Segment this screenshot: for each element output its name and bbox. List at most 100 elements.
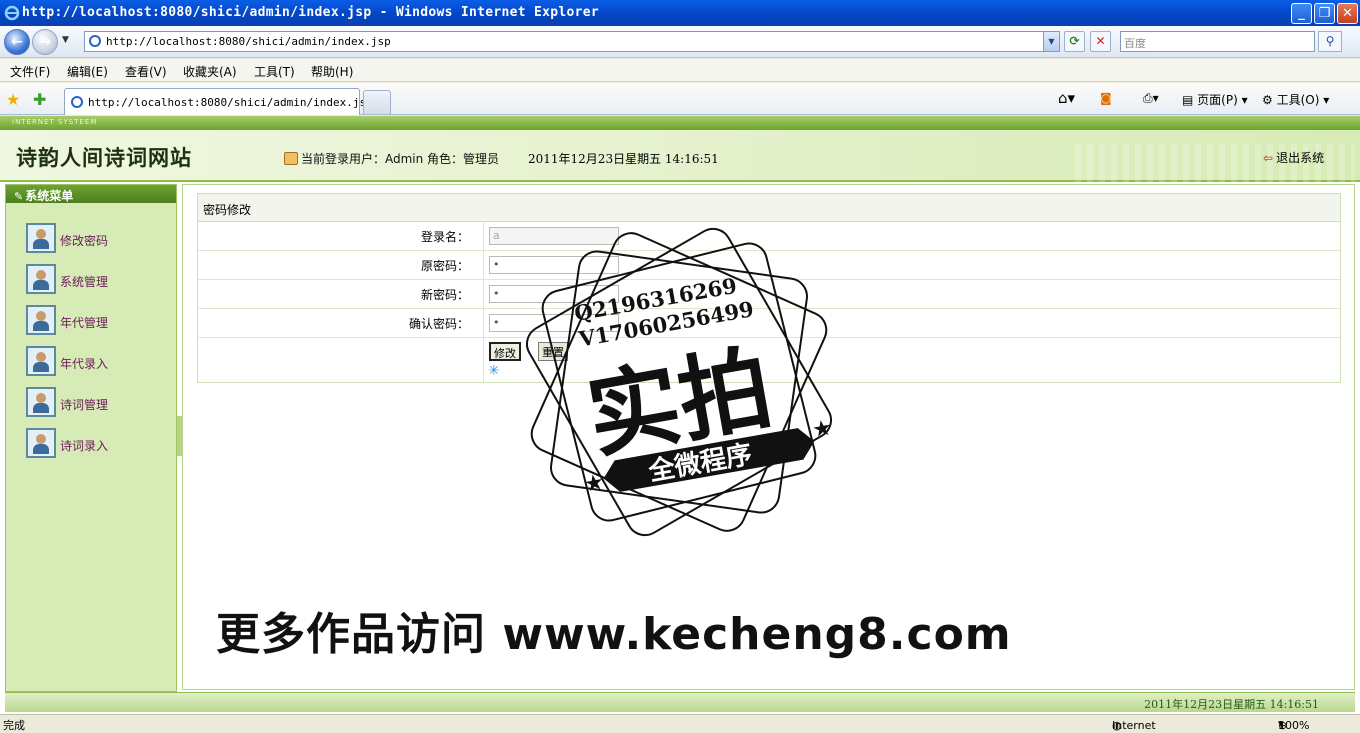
user-avatar-icon [26,387,56,417]
page-menu-icon: ▤ [1182,93,1194,107]
user-avatar-icon [26,428,56,458]
forward-button[interactable]: → [32,29,58,55]
home-icon[interactable]: ⌂▾ [1058,89,1075,107]
tools-menu-label: 工具(O) [1276,93,1320,107]
navigation-bar: ← → ▼ http://localhost:8080/shici/admin/… [0,26,1360,58]
logout-icon: ⇦ [1263,151,1274,165]
sidebar-title: ✎ 系统菜单 [6,185,176,203]
user-avatar-icon [26,223,56,253]
user-info-icon [284,152,298,165]
menu-file[interactable]: 文件(F) [10,63,50,80]
password-form: 密码修改 登录名： a 原密码： • 新密码： • 确认密码： • 修改 重置 [197,193,1341,383]
menu-edit[interactable]: 编辑(E) [67,63,108,80]
new-tab-button[interactable] [363,90,391,114]
site-title: 诗韵人间诗词网站 [16,145,192,170]
watermark-bottom-text: 更多作品访问 www.kecheng8.com [216,609,1012,660]
sidebar-item-change-password[interactable]: 修改密码 [26,223,166,255]
search-icon[interactable]: ⚲ [1318,31,1342,52]
submit-button[interactable]: 修改 [489,342,521,361]
refresh-button[interactable]: ⟳ [1064,31,1085,52]
back-button[interactable]: ← [4,29,30,55]
user-info-text: 当前登录用户：Admin 角色：管理员 [301,152,500,166]
page-icon [89,35,101,47]
page-menu-label: 页面(P) [1197,93,1238,107]
sidebar-item-label: 诗词管理 [60,398,109,412]
zoom-level: 100% [1278,719,1310,732]
row-new-password: 新密码： • [198,280,1340,309]
status-zone-label: Internet [1112,719,1156,732]
search-input[interactable]: 百度 [1120,31,1315,52]
history-dropdown-icon[interactable]: ▼ [62,35,69,45]
new-password-input[interactable]: • [489,285,619,303]
old-password-input[interactable]: • [489,256,619,274]
login-name-label: 登录名： [198,222,484,250]
sidebar-item-poem-entry[interactable]: 诗词录入 [26,428,166,460]
sidebar: ✎ 系统菜单 修改密码 系统管理 年代管理 年代录入 诗词管理 诗词录入 [5,184,177,692]
menu-tools[interactable]: 工具(T) [254,63,295,80]
sidebar-title-text: 系统菜单 [25,189,74,203]
user-info: 当前登录用户：Admin 角色：管理员 [284,150,499,167]
strip-text: INTERNET SYSTEEM [12,118,98,126]
sidebar-item-system-management[interactable]: 系统管理 [26,264,166,296]
row-confirm-password: 确认密码： • [198,309,1340,338]
user-avatar-icon [26,346,56,376]
tab-title: http://localhost:8080/shici/admin/index.… [88,96,373,109]
window-title: http://localhost:8080/shici/admin/index.… [22,5,599,20]
buttons-label-cell [198,338,484,382]
menu-view[interactable]: 查看(V) [125,63,167,80]
page-footer: 2011年12月23日星期五 14:16:51 [5,692,1355,712]
row-login-name: 登录名： a [198,222,1340,251]
menu-help[interactable]: 帮助(H) [311,63,353,80]
window-titlebar: http://localhost:8080/shici/admin/index.… [0,0,1360,26]
site-header: 诗韵人间诗词网站 当前登录用户：Admin 角色：管理员 2011年12月23日… [0,130,1360,182]
sidebar-item-poem-management[interactable]: 诗词管理 [26,387,166,419]
logout-link[interactable]: ⇦ 退出系统 [1263,149,1324,166]
user-avatar-icon [26,264,56,294]
minimize-button[interactable]: _ [1291,3,1312,24]
search-placeholder: 百度 [1124,37,1146,50]
browser-tab[interactable]: http://localhost:8080/shici/admin/index.… [64,88,373,115]
sidebar-item-label: 年代录入 [60,357,109,371]
menu-icon: ✎ [14,190,24,203]
add-favorite-icon[interactable]: ✚ [33,90,46,109]
address-dropdown-icon[interactable]: ▼ [1043,32,1059,51]
sidebar-item-dynasty-management[interactable]: 年代管理 [26,305,166,337]
tab-page-icon [71,96,83,108]
old-password-label: 原密码： [198,251,484,279]
tools-menu[interactable]: ⚙ 工具(O) ▾ [1262,91,1329,108]
sidebar-item-label: 修改密码 [60,234,109,248]
sidebar-item-label: 年代管理 [60,316,109,330]
login-name-input[interactable]: a [489,227,619,245]
sidebar-item-label: 系统管理 [60,275,109,289]
menu-favorites[interactable]: 收藏夹(A) [183,63,237,80]
page-menu[interactable]: ▤ 页面(P) ▾ [1182,91,1248,108]
browser-status-bar: 完成 ◍ Internet ⊕ 100% ▾ [0,714,1360,732]
status-text: 完成 [3,719,25,732]
new-password-label: 新密码： [198,280,484,308]
close-button[interactable]: ✕ [1337,3,1358,24]
stop-button[interactable]: ✕ [1090,31,1111,52]
header-strip: INTERNET SYSTEEM [0,116,1360,130]
form-caption: 密码修改 [198,194,1340,222]
sidebar-item-dynasty-entry[interactable]: 年代录入 [26,346,166,378]
confirm-password-input[interactable]: • [489,314,619,332]
confirm-password-label: 确认密码： [198,309,484,337]
sidebar-item-label: 诗词录入 [60,439,109,453]
address-bar[interactable]: http://localhost:8080/shici/admin/index.… [84,31,1060,52]
gear-icon: ⚙ [1262,93,1273,107]
ie-logo-icon [4,5,20,21]
restore-button[interactable]: ❐ [1314,3,1335,24]
zoom-control[interactable]: ⊕ 100% ▾ [1278,717,1309,732]
reset-button[interactable]: 重置 [538,342,568,361]
address-url[interactable]: http://localhost:8080/shici/admin/index.… [106,35,391,48]
user-avatar-icon [26,305,56,335]
favorites-star-icon[interactable]: ★ [6,90,20,109]
print-icon[interactable]: ⎙▾ [1143,91,1159,106]
footer-datetime: 2011年12月23日星期五 14:16:51 [1144,698,1319,711]
row-old-password: 原密码： • [198,251,1340,280]
feeds-icon[interactable]: ◙ [1100,91,1112,105]
loading-spinner-icon: ✳ [488,363,500,379]
row-buttons: 修改 重置 ✳ [198,338,1340,382]
menu-bar: 文件(F) 编辑(E) 查看(V) 收藏夹(A) 工具(T) 帮助(H) [0,59,1360,82]
tab-bar: ★ ✚ http://localhost:8080/shici/admin/in… [0,83,1360,115]
